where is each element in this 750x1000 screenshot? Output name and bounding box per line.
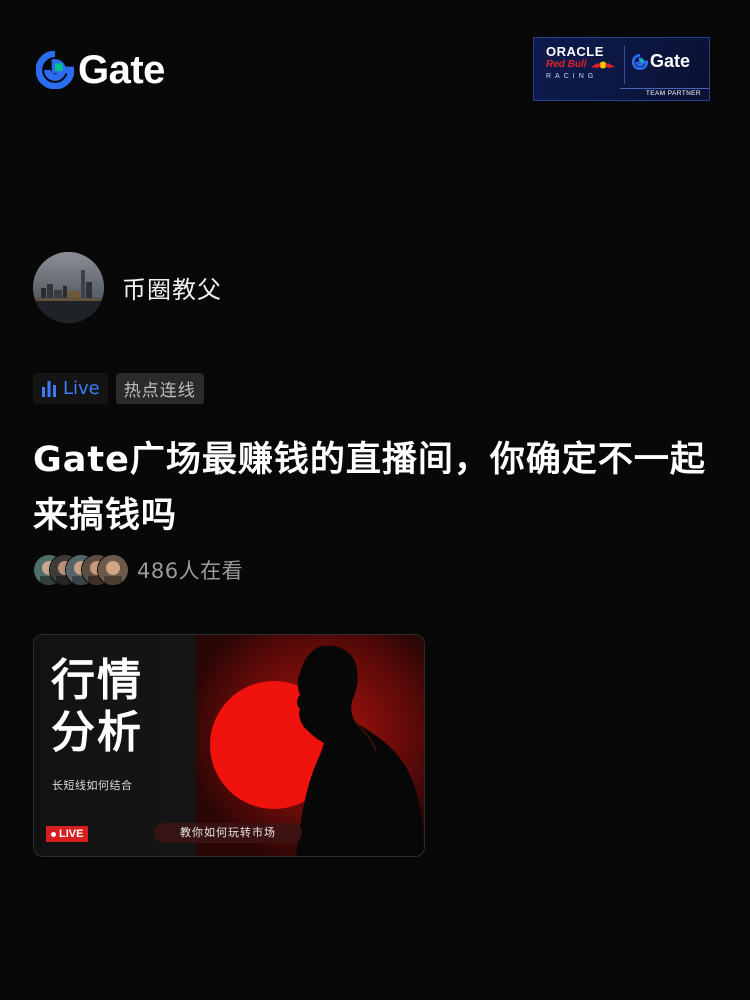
partner-team-text: TEAM PARTNER <box>645 90 701 97</box>
card-heading: 行情 分析 <box>51 655 143 759</box>
post-title[interactable]: Gate广场最赚钱的直播间，你确定不一起来搞钱吗 <box>33 432 723 544</box>
gate-logo[interactable]: Gate <box>36 50 165 90</box>
post-page: Gate ORACLE Red Bull RACING Gate TEAM PA… <box>0 0 750 1000</box>
tag-row: Live 热点连线 <box>33 373 204 404</box>
partner-rule <box>620 88 709 89</box>
partner-gate-text: Gate <box>650 51 691 71</box>
partner-redbull-text: Red Bull <box>546 59 587 70</box>
gate-logo-icon <box>36 51 74 89</box>
live-stream-card[interactable]: 行情 分析 长短线如何结合 LIVE 教你如何玩转市场 <box>33 634 425 857</box>
city-avatar-image <box>33 252 104 323</box>
live-dot-icon <box>51 831 56 837</box>
logo-text: Gate <box>78 48 165 92</box>
viewer-avatars <box>33 554 129 586</box>
partner-gate-logo: Gate <box>632 51 690 72</box>
gate-logo-icon <box>632 53 648 70</box>
card-heading-line2: 分析 <box>51 707 143 758</box>
live-tag-label: Live <box>63 378 100 399</box>
partner-divider <box>624 46 625 84</box>
author-name[interactable]: 币圈教父 <box>122 270 222 305</box>
viewers-row: 486人在看 <box>33 554 243 586</box>
live-badge-label: LIVE <box>59 828 84 840</box>
live-badge: LIVE <box>46 826 89 842</box>
live-tag[interactable]: Live <box>33 373 108 404</box>
card-subtitle: 长短线如何结合 <box>52 779 133 792</box>
partner-racing-text: RACING <box>546 73 598 80</box>
partner-badge: ORACLE Red Bull RACING Gate TEAM PARTNER <box>533 37 710 101</box>
topic-tag[interactable]: 热点连线 <box>115 373 204 404</box>
card-heading-line1: 行情 <box>51 655 143 706</box>
viewer-count: 486人在看 <box>137 559 244 583</box>
bar-chart-icon <box>42 380 56 397</box>
viewer-avatar <box>97 554 129 586</box>
bull-logo-icon <box>591 61 615 69</box>
partner-oracle-text: ORACLE <box>546 44 604 59</box>
author-row[interactable]: 币圈教父 <box>33 252 222 323</box>
avatar[interactable] <box>33 252 104 323</box>
card-pill: 教你如何玩转市场 <box>154 823 302 843</box>
